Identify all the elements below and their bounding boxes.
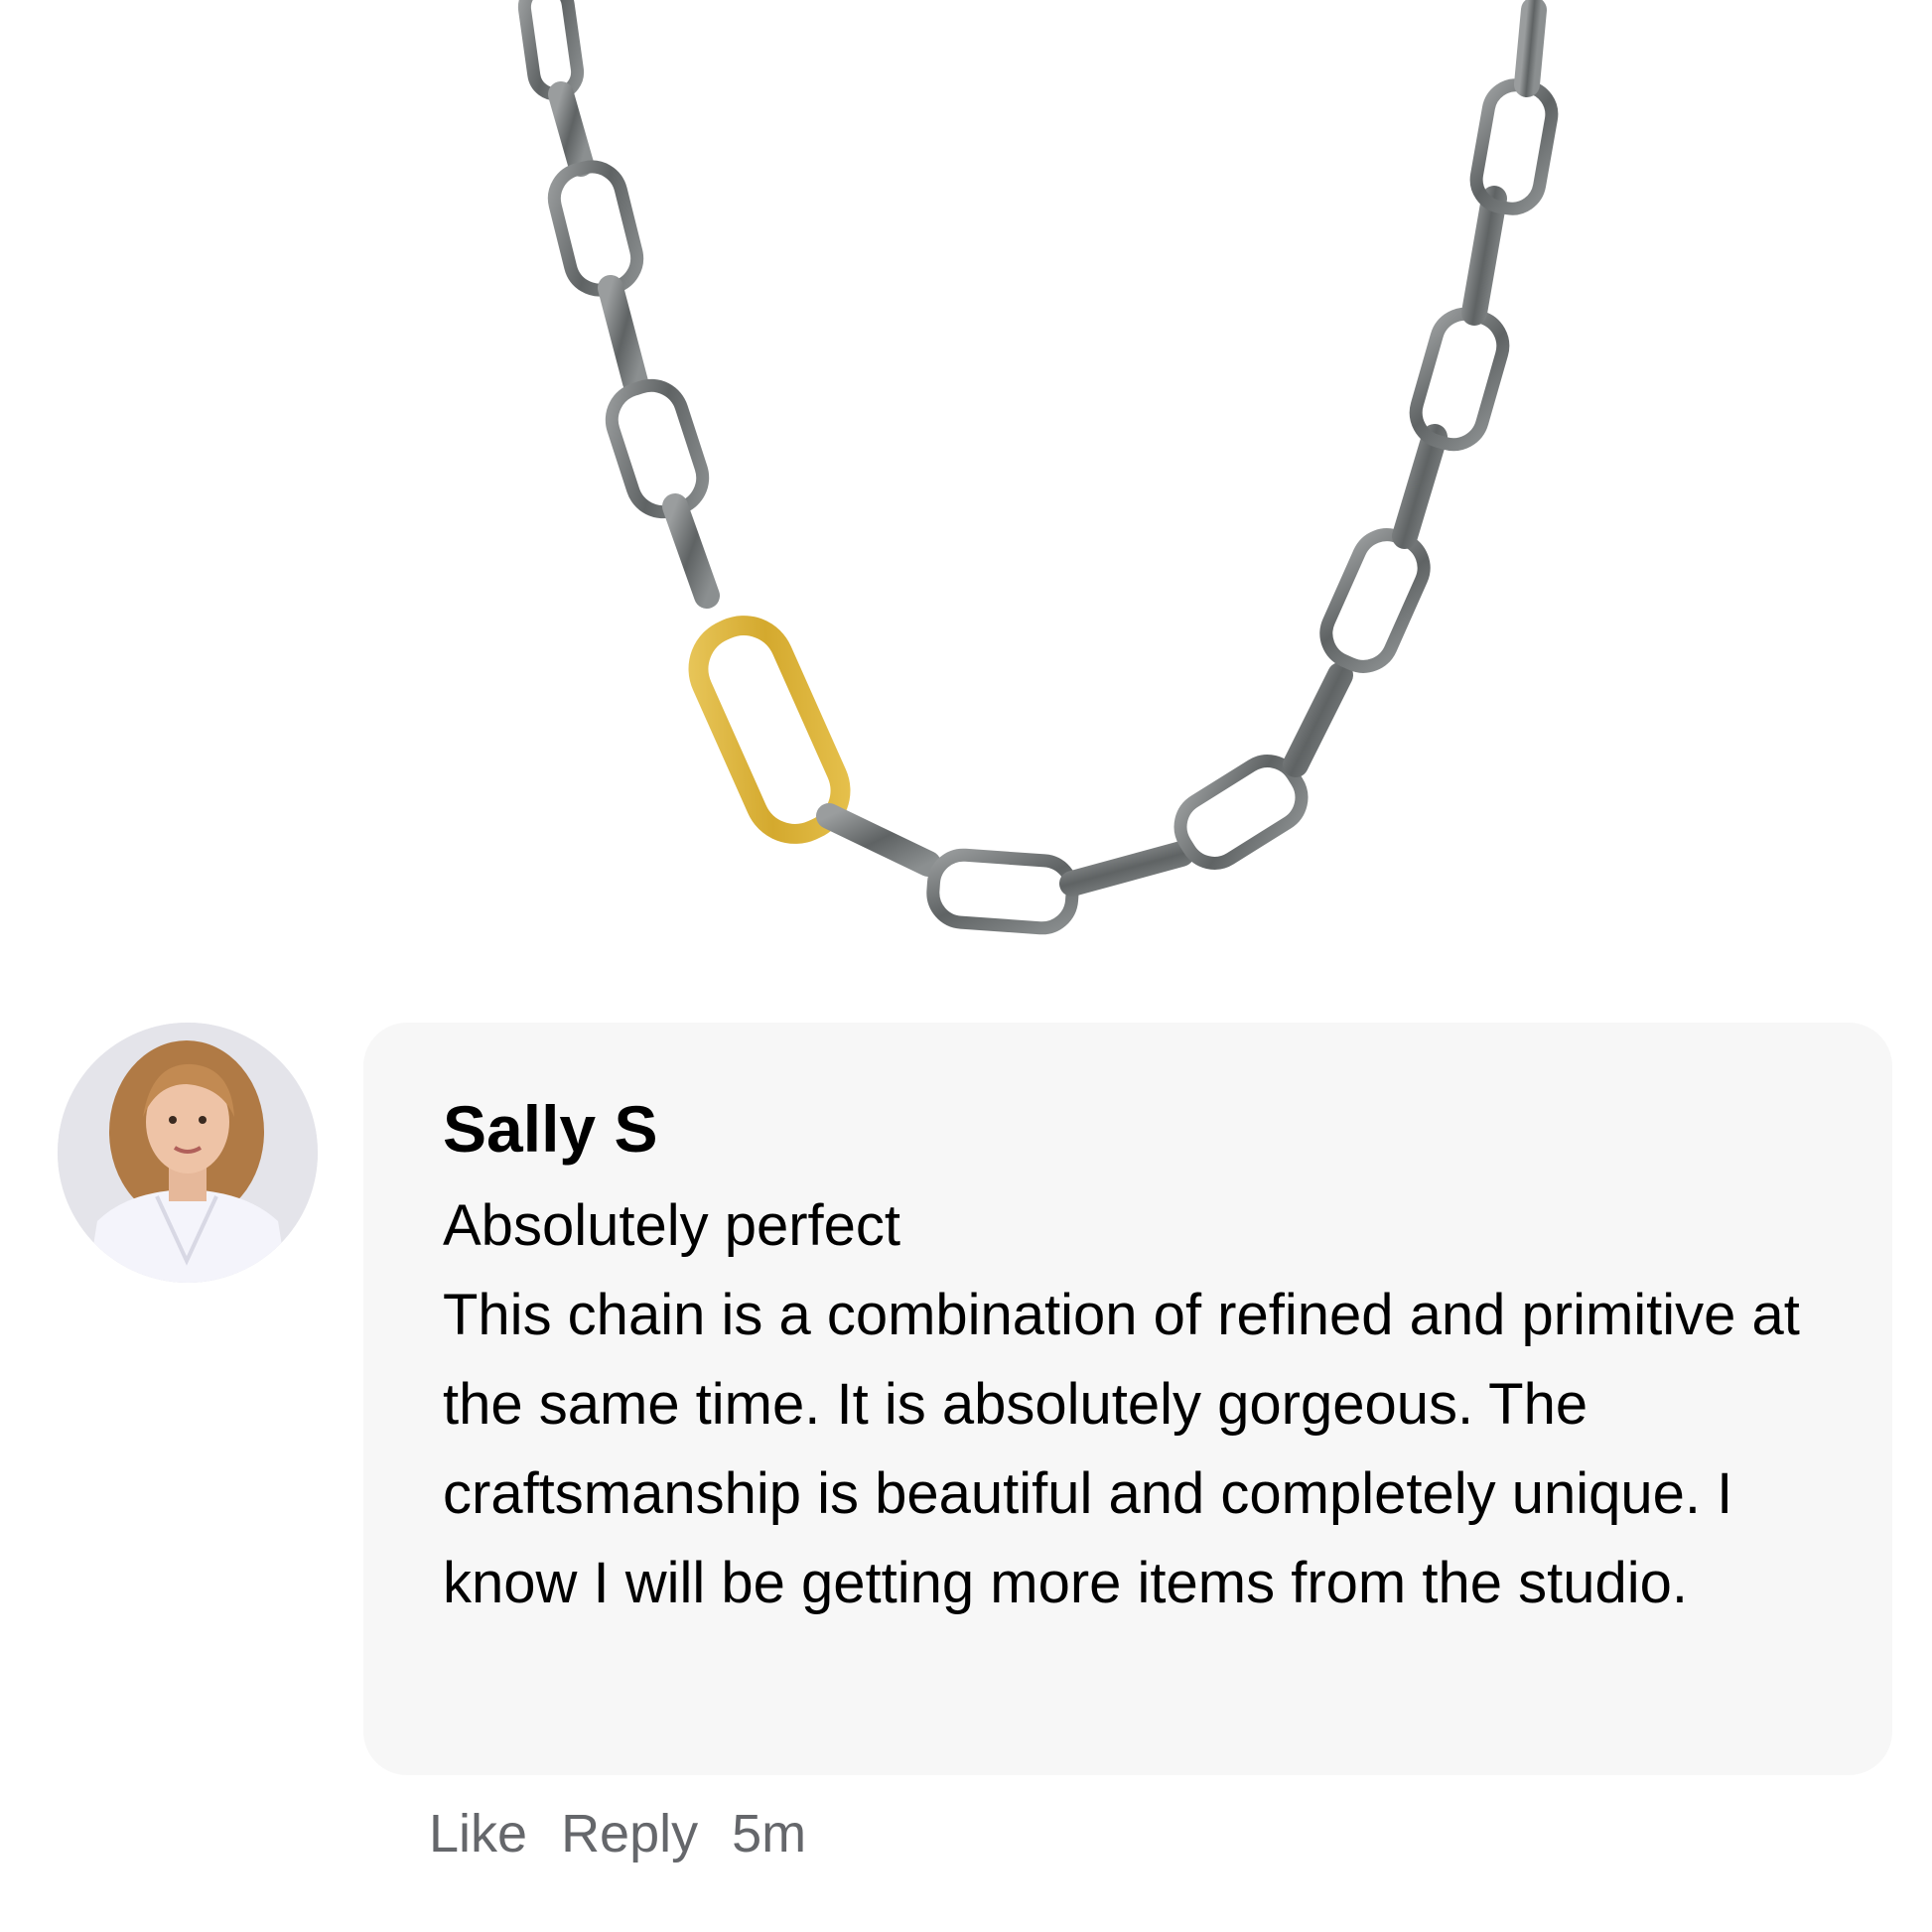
product-image bbox=[0, 0, 1932, 953]
avatar[interactable] bbox=[58, 1023, 318, 1283]
comment-author[interactable]: Sally S bbox=[443, 1096, 1833, 1162]
comment-bubble: Sally S Absolutely perfect This chain is… bbox=[363, 1023, 1892, 1775]
reply-button[interactable]: Reply bbox=[561, 1801, 698, 1866]
review-title: Absolutely perfect bbox=[443, 1193, 901, 1258]
chain-necklace-image bbox=[517, 0, 1559, 935]
like-button[interactable]: Like bbox=[429, 1801, 527, 1866]
comment-timestamp: 5m bbox=[732, 1804, 807, 1863]
user-photo-icon bbox=[58, 1023, 318, 1283]
review-body: This chain is a combination of refined a… bbox=[443, 1283, 1800, 1615]
comment-actions: Like Reply 5m bbox=[429, 1801, 806, 1866]
